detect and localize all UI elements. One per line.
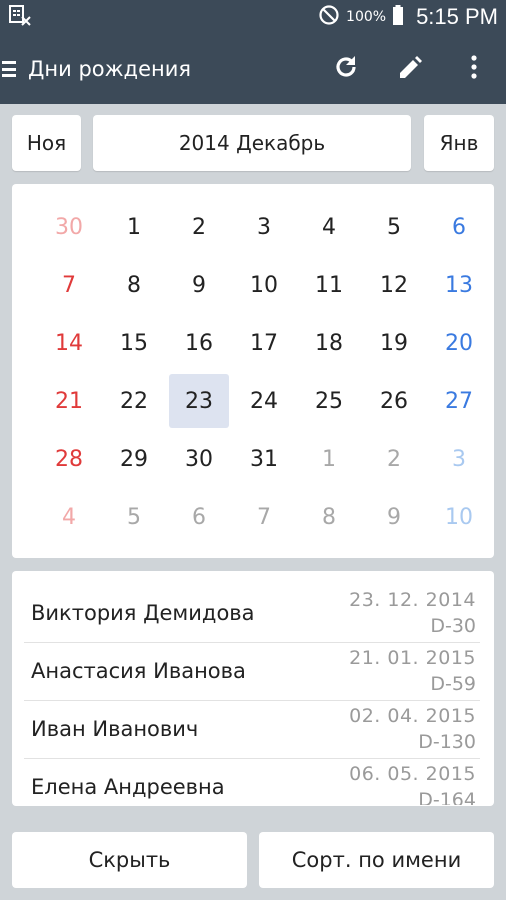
birthday-date: 02. 04. 2015 — [349, 705, 476, 727]
calendar-day[interactable]: 8 — [299, 490, 359, 544]
calendar-day[interactable]: 5 — [104, 490, 164, 544]
calendar-day[interactable]: 7 — [39, 258, 99, 312]
do-not-disturb-icon — [318, 4, 340, 30]
calendar-day[interactable]: 1 — [299, 432, 359, 486]
calendar-day[interactable]: 6 — [429, 200, 489, 254]
birthday-days-left: D-164 — [418, 789, 476, 805]
calendar-day[interactable]: 17 — [234, 316, 294, 370]
calendar-card: 30 1 2 3 4 5 6 7 8 9 10 11 12 13 14 15 16 17 18 19 20 21 22 23 2… — [12, 184, 494, 558]
calendar-day[interactable]: 10 — [234, 258, 294, 312]
birthday-person-name: Елена Андреевна — [31, 775, 225, 799]
pencil-icon — [396, 53, 424, 85]
calendar-day[interactable]: 12 — [364, 258, 424, 312]
status-left — [8, 4, 32, 30]
birthday-person-name: Анастасия Иванова — [31, 659, 246, 683]
calendar-day[interactable]: 2 — [364, 432, 424, 486]
calendar-day[interactable]: 15 — [104, 316, 164, 370]
calendar-day[interactable]: 13 — [429, 258, 489, 312]
calendar-day[interactable]: 3 — [234, 200, 294, 254]
calendar-day[interactable]: 4 — [299, 200, 359, 254]
sort-by-name-button[interactable]: Сорт. по имени — [259, 832, 494, 888]
app-title: Дни рождения — [28, 57, 192, 81]
refresh-button[interactable] — [314, 34, 378, 104]
calendar-day[interactable]: 25 — [299, 374, 359, 428]
calendar-day[interactable]: 24 — [234, 374, 294, 428]
calendar-day[interactable]: 30 — [169, 432, 229, 486]
status-bar: 100% 5:15 PM — [0, 0, 506, 34]
calendar-day[interactable]: 11 — [299, 258, 359, 312]
calendar-day-selected[interactable]: 23 — [169, 374, 229, 428]
calendar-day[interactable]: 5 — [364, 200, 424, 254]
battery-icon — [392, 4, 404, 30]
refresh-icon — [332, 53, 360, 85]
more-vertical-icon — [470, 54, 478, 84]
calendar-day[interactable]: 6 — [169, 490, 229, 544]
calendar-day[interactable]: 10 — [429, 490, 489, 544]
calendar-day[interactable]: 29 — [104, 432, 164, 486]
calendar-day[interactable]: 16 — [169, 316, 229, 370]
calendar-day[interactable]: 14 — [39, 316, 99, 370]
birthday-list-item[interactable]: Иван Иванович 02. 04. 2015 D-130 — [24, 701, 480, 759]
calendar-day[interactable]: 26 — [364, 374, 424, 428]
calendar-day[interactable]: 8 — [104, 258, 164, 312]
calendar-day[interactable]: 19 — [364, 316, 424, 370]
hide-button[interactable]: Скрыть — [12, 832, 247, 888]
calendar-day[interactable]: 1 — [104, 200, 164, 254]
birthday-person-name: Виктория Демидова — [31, 601, 255, 625]
battery-percent: 100% — [346, 9, 387, 25]
birthday-date: 21. 01. 2015 — [349, 647, 476, 669]
notification-icon — [8, 4, 32, 30]
app-bar: Дни рождения — [0, 34, 506, 104]
birthday-date: 06. 05. 2015 — [349, 763, 476, 785]
calendar-day[interactable]: 9 — [364, 490, 424, 544]
calendar-day[interactable]: 3 — [429, 432, 489, 486]
birthday-list-card: Виктория Демидова 23. 12. 2014 D-30 Анастас… — [12, 571, 494, 806]
birthday-date: 23. 12. 2014 — [349, 589, 476, 611]
birthday-list-item[interactable]: Елена Андреевна 06. 05. 2015 D-164 — [24, 759, 480, 805]
calendar-day[interactable]: 27 — [429, 374, 489, 428]
menu-icon[interactable] — [2, 59, 22, 79]
calendar-day[interactable]: 9 — [169, 258, 229, 312]
next-month-button[interactable]: Янв — [424, 115, 494, 171]
calendar-day[interactable]: 2 — [169, 200, 229, 254]
calendar-day[interactable]: 28 — [39, 432, 99, 486]
calendar-day[interactable]: 18 — [299, 316, 359, 370]
birthday-days-left: D-59 — [430, 673, 476, 695]
calendar-day[interactable]: 7 — [234, 490, 294, 544]
birthday-days-left: D-130 — [418, 731, 476, 753]
calendar-day[interactable]: 22 — [104, 374, 164, 428]
calendar-grid: 30 1 2 3 4 5 6 7 8 9 10 11 12 13 14 15 16 17 18 19 20 21 22 23 2… — [37, 198, 492, 546]
calendar-day[interactable]: 21 — [39, 374, 99, 428]
edit-button[interactable] — [378, 34, 442, 104]
prev-month-button[interactable]: Ноя — [12, 115, 81, 171]
current-month-button[interactable]: 2014 Декабрь — [93, 115, 411, 171]
calendar-day[interactable]: 4 — [39, 490, 99, 544]
calendar-day[interactable]: 30 — [39, 200, 99, 254]
overflow-menu-button[interactable] — [442, 34, 506, 104]
birthday-list: Виктория Демидова 23. 12. 2014 D-30 Анастас… — [24, 585, 480, 805]
birthday-person-name: Иван Иванович — [31, 717, 199, 741]
birthday-list-item[interactable]: Виктория Демидова 23. 12. 2014 D-30 — [24, 585, 480, 643]
status-right: 100% 5:15 PM — [318, 4, 498, 30]
birthday-days-left: D-30 — [430, 615, 476, 637]
calendar-day[interactable]: 20 — [429, 316, 489, 370]
clock: 5:15 PM — [416, 4, 498, 29]
calendar-day[interactable]: 31 — [234, 432, 294, 486]
birthday-list-item[interactable]: Анастасия Иванова 21. 01. 2015 D-59 — [24, 643, 480, 701]
